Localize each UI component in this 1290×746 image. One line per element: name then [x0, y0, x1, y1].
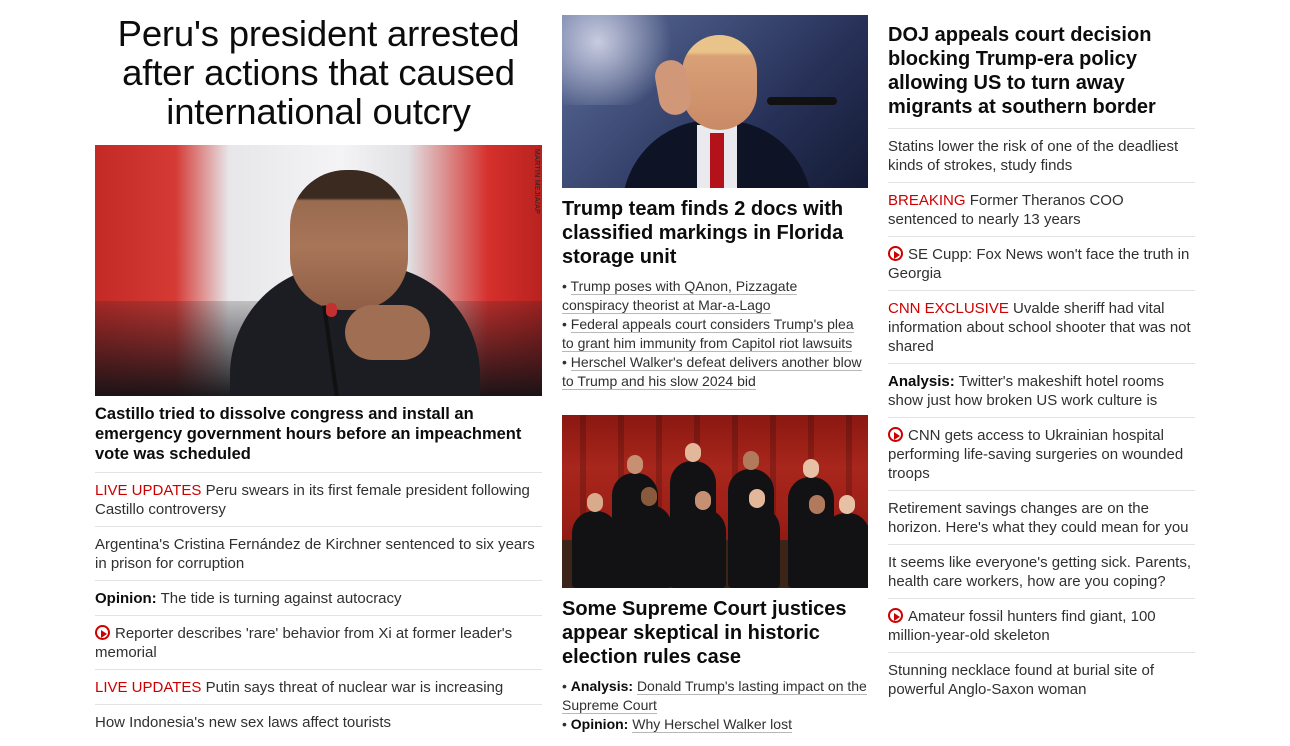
story-link[interactable]: Analysis: Twitter's makeshift hotel room…: [888, 364, 1195, 418]
lead-story-list: LIVE UPDATES Peru swears in its first fe…: [95, 473, 542, 739]
right-column: DOJ appeals court decision blocking Trum…: [888, 0, 1195, 706]
story-link[interactable]: Argentina's Cristina Fernández de Kirchn…: [95, 527, 542, 581]
image-figure-tie: [710, 133, 724, 188]
story-label-live: LIVE UPDATES: [95, 679, 202, 696]
image-figure-face: [682, 35, 757, 130]
story-link[interactable]: CNN EXCLUSIVE Uvalde sheriff had vital i…: [888, 291, 1195, 364]
image-justice-robe: [572, 511, 618, 588]
play-video-icon: [888, 608, 903, 623]
related-link[interactable]: • Opinion: Why Herschel Walker lost: [562, 715, 868, 734]
image-microphone: [767, 97, 837, 105]
story-link[interactable]: Statins lower the risk of one of the dea…: [888, 129, 1195, 183]
story-link[interactable]: LIVE UPDATES Peru swears in its first fe…: [95, 473, 542, 527]
middle-column: Trump team finds 2 docs with classified …: [562, 0, 868, 734]
story-text: Stunning necklace found at burial site o…: [888, 662, 1155, 698]
related-link[interactable]: • Herschel Walker's defeat delivers anot…: [562, 353, 868, 391]
related-link-label: Opinion:: [570, 716, 629, 732]
related-link-label: Analysis:: [570, 678, 634, 694]
trump-card-title[interactable]: Trump team finds 2 docs with classified …: [562, 197, 868, 269]
image-justice-head: [743, 451, 759, 470]
image-justice-head: [587, 493, 603, 512]
story-link[interactable]: Retirement savings changes are on the ho…: [888, 491, 1195, 545]
play-video-icon: [888, 246, 903, 261]
related-link[interactable]: • Analysis: Donald Trump's lasting impac…: [562, 677, 868, 715]
story-text: The tide is turning against autocracy: [160, 590, 402, 607]
story-text: CNN gets access to Ukrainian hospital pe…: [888, 427, 1184, 482]
right-headline[interactable]: DOJ appeals court decision blocking Trum…: [888, 23, 1195, 129]
related-link-text: Why Herschel Walker lost: [632, 716, 792, 733]
image-microphone-head: [326, 303, 337, 317]
story-link[interactable]: How Indonesia's new sex laws affect tour…: [95, 705, 542, 739]
image-justice-head: [627, 455, 643, 474]
image-justice-robe: [680, 509, 726, 588]
image-justice-head: [749, 489, 765, 508]
story-link[interactable]: Stunning necklace found at burial site o…: [888, 653, 1195, 706]
related-link[interactable]: • Trump poses with QAnon, Pizzagate cons…: [562, 277, 868, 315]
supreme-court-related-links: • Analysis: Donald Trump's lasting impac…: [562, 677, 868, 734]
related-link-text: Herschel Walker's defeat delivers anothe…: [562, 354, 862, 390]
story-label-live: CNN EXCLUSIVE: [888, 300, 1009, 317]
play-video-icon: [95, 625, 110, 640]
related-link[interactable]: • Federal appeals court considers Trump'…: [562, 315, 868, 353]
story-link[interactable]: It seems like everyone's getting sick. P…: [888, 545, 1195, 599]
story-text: SE Cupp: Fox News won't face the truth i…: [888, 246, 1190, 282]
story-text: Statins lower the risk of one of the dea…: [888, 138, 1179, 174]
right-story-list: Statins lower the risk of one of the dea…: [888, 129, 1195, 706]
image-figure-hand: [345, 305, 430, 360]
story-text: Retirement savings changes are on the ho…: [888, 500, 1189, 536]
supreme-court-card-title[interactable]: Some Supreme Court justices appear skept…: [562, 597, 868, 669]
image-justice-head: [839, 495, 855, 514]
image-justice-head: [695, 491, 711, 510]
story-text: Putin says threat of nuclear war is incr…: [205, 679, 504, 696]
story-label-live: LIVE UPDATES: [95, 482, 202, 499]
supreme-court-card-image[interactable]: [562, 415, 868, 588]
story-link[interactable]: CNN gets access to Ukrainian hospital pe…: [888, 418, 1195, 491]
image-figure-head: [290, 170, 408, 310]
photo-credit: MARTIN MEJIA/AP: [533, 149, 540, 215]
image-justice-robe: [824, 513, 868, 588]
lead-caption[interactable]: Castillo tried to dissolve congress and …: [95, 404, 542, 473]
story-text: Reporter describes 'rare' behavior from …: [95, 625, 513, 661]
image-justice-head: [809, 495, 825, 514]
image-justice-robe: [626, 505, 672, 588]
story-text: How Indonesia's new sex laws affect tour…: [95, 714, 392, 731]
related-link-text: Trump poses with QAnon, Pizzagate conspi…: [562, 278, 798, 314]
lead-image[interactable]: MARTIN MEJIA/AP: [95, 145, 542, 396]
lead-headline[interactable]: Peru's president arrested after actions …: [95, 14, 542, 131]
story-link[interactable]: Reporter describes 'rare' behavior from …: [95, 616, 542, 670]
image-justice-head: [641, 487, 657, 506]
story-text: Amateur fossil hunters find giant, 100 m…: [888, 608, 1156, 644]
image-drape-fold: [580, 415, 586, 528]
story-link[interactable]: Amateur fossil hunters find giant, 100 m…: [888, 599, 1195, 653]
story-text: It seems like everyone's getting sick. P…: [888, 554, 1191, 590]
story-link[interactable]: SE Cupp: Fox News won't face the truth i…: [888, 237, 1195, 291]
related-link-text: Federal appeals court considers Trump's …: [562, 316, 854, 352]
lead-column: Peru's president arrested after actions …: [95, 0, 542, 739]
image-justice-head: [803, 459, 819, 478]
image-justice-robe: [734, 507, 780, 588]
story-label: Opinion:: [95, 590, 157, 607]
story-link[interactable]: BREAKING Former Theranos COO sentenced t…: [888, 183, 1195, 237]
story-link[interactable]: Opinion: The tide is turning against aut…: [95, 581, 542, 616]
trump-card-related-links: • Trump poses with QAnon, Pizzagate cons…: [562, 277, 868, 391]
story-label: Analysis:: [888, 373, 955, 390]
play-video-icon: [888, 427, 903, 442]
trump-card-image[interactable]: [562, 15, 868, 188]
story-link[interactable]: LIVE UPDATES Putin says threat of nuclea…: [95, 670, 542, 705]
image-justice-head: [685, 443, 701, 462]
story-text: Argentina's Cristina Fernández de Kirchn…: [95, 536, 535, 572]
story-label-live: BREAKING: [888, 192, 966, 209]
